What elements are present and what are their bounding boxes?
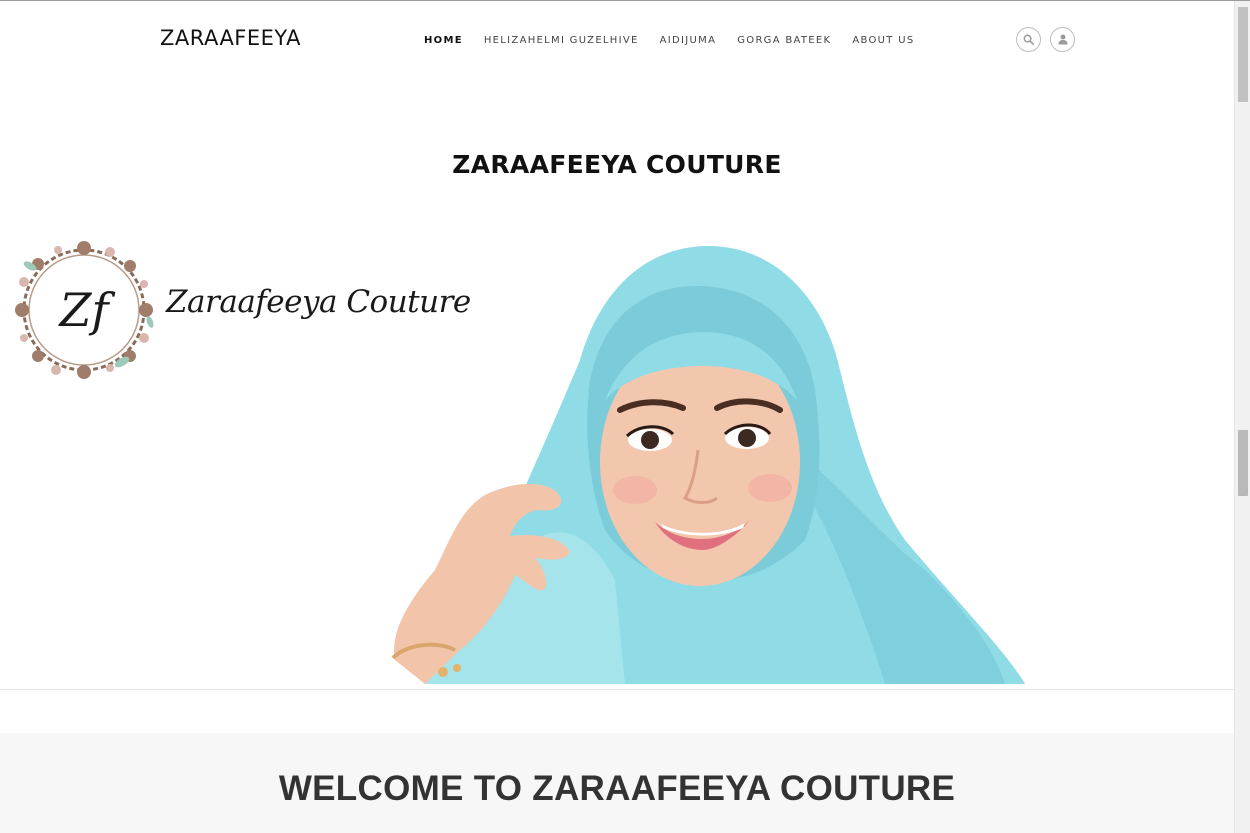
site-logo[interactable]: ZARAAFEEYA [160,26,301,50]
nav-item-home[interactable]: HOME [424,35,463,46]
nav-item-gorga-bateek[interactable]: GORGA BATEEK [737,35,831,46]
search-icon [1023,34,1034,45]
nav-item-aidijuma[interactable]: AIDIJUMA [660,35,717,46]
nav-item-about-us[interactable]: ABOUT US [852,35,914,46]
monogram-wreath-logo: Zf [15,241,154,379]
hero-banner: Zf Zaraafeeya Couture [0,232,1234,684]
nav-item-helizahelmi-guzelhive[interactable]: HELIZAHELMI GUZELHIVE [484,35,639,46]
scrollbar-thumb-secondary[interactable] [1238,430,1248,496]
scrollbar-thumb[interactable] [1238,7,1248,102]
hero-title: ZARAAFEEYA COUTURE [452,150,782,179]
search-button[interactable] [1016,27,1041,52]
monogram-text: Zf [58,283,116,337]
site-header: ZARAAFEEYA HOME HELIZAHELMI GUZELHIVE AI… [0,1,1234,79]
main-nav: HOME HELIZAHELMI GUZELHIVE AIDIJUMA GORG… [424,35,914,46]
section-divider [0,689,1234,690]
welcome-section: WELCOME TO ZARAAFEEYA COUTURE [0,733,1234,833]
model-portrait-image [391,245,1025,684]
user-icon [1058,34,1067,45]
welcome-title: WELCOME TO ZARAAFEEYA COUTURE [278,769,956,808]
vertical-scrollbar[interactable] [1234,1,1250,833]
account-button[interactable] [1050,27,1075,52]
